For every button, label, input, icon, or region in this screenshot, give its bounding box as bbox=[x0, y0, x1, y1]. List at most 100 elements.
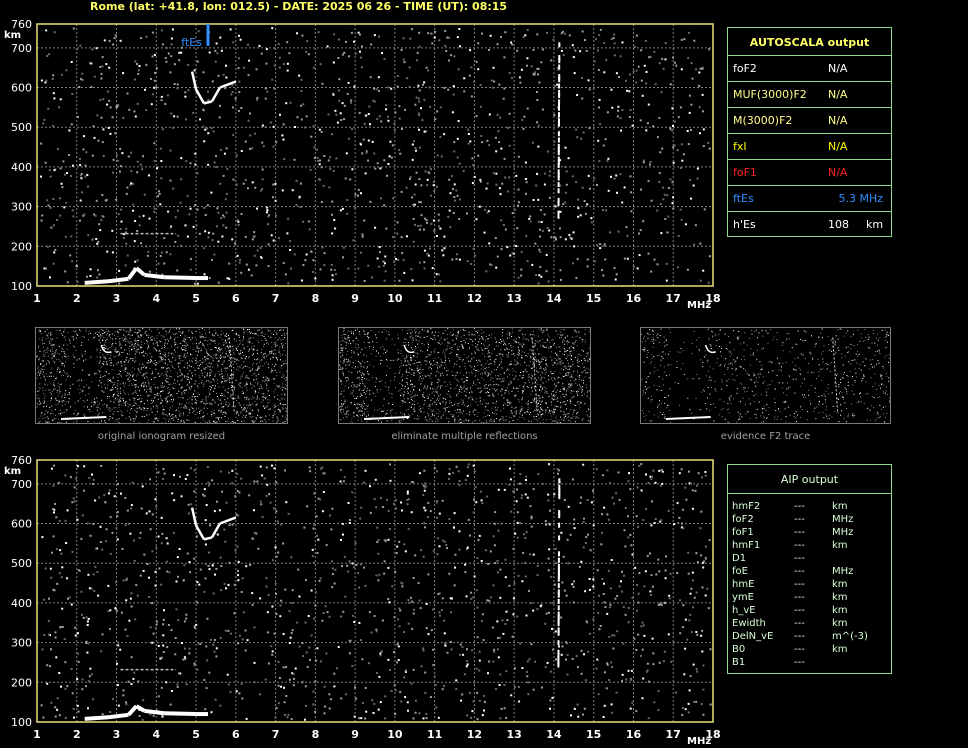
noise-point bbox=[401, 509, 403, 512]
noise-point bbox=[237, 223, 240, 226]
thumb-noise-point bbox=[235, 416, 237, 418]
thumb-noise-point bbox=[42, 389, 44, 391]
noise-point bbox=[369, 511, 372, 514]
thumb-noise-point bbox=[149, 390, 151, 392]
noise-point bbox=[640, 489, 643, 492]
noise-point bbox=[57, 148, 59, 151]
thumb-noise-point bbox=[193, 396, 195, 398]
noise-point bbox=[326, 611, 329, 614]
thumb-noise-point bbox=[170, 395, 172, 397]
noise-point bbox=[65, 69, 68, 72]
noise-point bbox=[511, 212, 514, 215]
thumb-noise-point bbox=[130, 374, 132, 376]
thumb-noise-point bbox=[152, 343, 154, 345]
noise-point bbox=[283, 701, 286, 704]
noise-point bbox=[694, 489, 697, 492]
noise-point bbox=[572, 231, 575, 234]
thumb-original bbox=[35, 327, 288, 424]
noise-point bbox=[150, 103, 153, 106]
thumb-noise-point bbox=[241, 328, 243, 330]
thumb-noise-point bbox=[162, 357, 164, 359]
noise-point bbox=[410, 596, 412, 599]
noise-point bbox=[219, 637, 222, 640]
noise-point bbox=[558, 645, 560, 648]
noise-point bbox=[265, 466, 268, 469]
thumb-noise-point bbox=[169, 409, 171, 411]
thumb-noise-point bbox=[128, 360, 130, 362]
noise-point bbox=[308, 466, 311, 469]
noise-point bbox=[215, 166, 218, 168]
noise-point bbox=[627, 669, 630, 672]
thumb-noise-point bbox=[157, 418, 159, 420]
noise-point bbox=[96, 242, 99, 245]
noise-point bbox=[253, 235, 256, 238]
noise-point bbox=[652, 652, 655, 655]
noise-point bbox=[390, 156, 393, 159]
noise-point bbox=[60, 685, 62, 688]
thumb-noise-point bbox=[172, 353, 174, 355]
thumb-noise-point bbox=[143, 409, 145, 411]
noise-point bbox=[605, 209, 608, 212]
noise-point bbox=[93, 75, 96, 78]
noise-point bbox=[51, 467, 53, 470]
thumb-noise-point bbox=[253, 373, 255, 375]
noise-point bbox=[576, 703, 579, 706]
x-tick-label: 4 bbox=[152, 728, 160, 741]
noise-point bbox=[231, 482, 234, 485]
thumb-noise-point bbox=[161, 422, 163, 424]
noise-point bbox=[640, 188, 642, 191]
thumb-noise-point bbox=[237, 345, 239, 347]
thumb-noise-point bbox=[208, 366, 210, 368]
noise-point bbox=[389, 668, 391, 671]
noise-point bbox=[178, 548, 181, 550]
noise-point bbox=[334, 109, 337, 112]
noise-point bbox=[620, 590, 623, 593]
noise-point bbox=[566, 653, 569, 656]
thumb-noise-point bbox=[102, 404, 104, 406]
noise-point bbox=[369, 485, 371, 488]
thumb-noise-point bbox=[42, 417, 44, 419]
noise-point bbox=[238, 34, 240, 37]
noise-point bbox=[378, 246, 381, 249]
noise-point bbox=[107, 610, 110, 613]
thumb-noise-point bbox=[169, 400, 171, 402]
thumb-noise-point bbox=[106, 360, 108, 362]
noise-point bbox=[506, 619, 509, 622]
noise-point bbox=[396, 232, 399, 235]
noise-point bbox=[222, 224, 225, 227]
thumb-noise-point bbox=[56, 330, 58, 331]
noise-point bbox=[696, 670, 699, 673]
noise-point bbox=[210, 711, 213, 714]
noise-point bbox=[204, 230, 207, 233]
noise-point bbox=[156, 167, 158, 170]
noise-point bbox=[496, 620, 499, 623]
noise-point bbox=[698, 132, 701, 135]
thumb-noise-point bbox=[40, 362, 42, 364]
noise-point bbox=[488, 660, 491, 663]
thumb-noise-point bbox=[129, 328, 131, 330]
thumb-noise-point bbox=[79, 392, 81, 394]
noise-point bbox=[689, 592, 692, 595]
noise-point bbox=[623, 186, 626, 189]
noise-point bbox=[308, 228, 311, 231]
noise-point bbox=[353, 40, 355, 43]
thumb-noise-point bbox=[98, 331, 100, 333]
thumb-noise-point bbox=[199, 332, 201, 333]
thumb-noise-point bbox=[106, 406, 108, 408]
noise-point bbox=[339, 112, 342, 115]
thumb-noise-point bbox=[286, 370, 288, 372]
noise-point bbox=[554, 630, 557, 633]
noise-point bbox=[418, 178, 421, 181]
noise-point bbox=[186, 474, 189, 477]
noise-point bbox=[404, 669, 407, 672]
thumb-noise-point bbox=[215, 373, 216, 375]
thumb-noise-point bbox=[276, 385, 278, 387]
thumb-noise-point bbox=[240, 375, 242, 377]
thumb-noise-point bbox=[59, 409, 61, 411]
noise-point bbox=[642, 161, 645, 164]
noise-point bbox=[275, 481, 278, 484]
noise-point bbox=[281, 134, 284, 137]
noise-point bbox=[451, 258, 454, 261]
noise-point bbox=[684, 618, 687, 621]
noise-point bbox=[194, 152, 197, 155]
